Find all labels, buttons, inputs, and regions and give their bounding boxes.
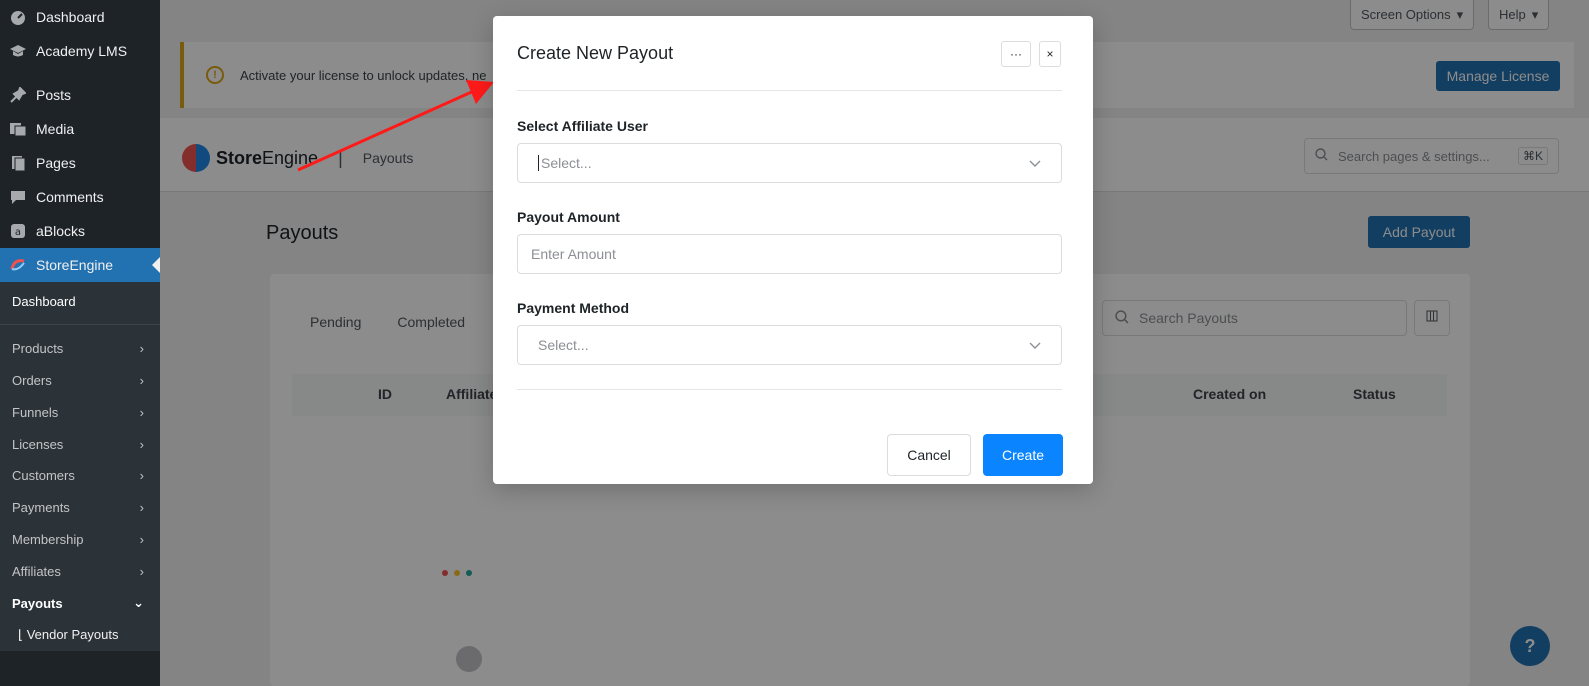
chevron-right-icon: › [139, 404, 144, 420]
modal-footer-divider [517, 389, 1062, 390]
payout-amount-input[interactable]: Enter Amount [517, 234, 1062, 274]
submenu-label: Affiliates [12, 563, 61, 579]
sidebar-item-label: Pages [36, 155, 76, 171]
sidebar-item-academy-lms[interactable]: Academy LMS [0, 34, 160, 68]
payout-amount-label: Payout Amount [517, 209, 620, 225]
submenu-label: Orders [12, 372, 52, 388]
modal-title: Create New Payout [517, 43, 674, 63]
text-cursor [538, 155, 539, 171]
payment-method-placeholder: Select... [538, 337, 589, 353]
submenu-funnels[interactable]: Funnels › [0, 396, 160, 428]
submenu-payouts[interactable]: Payouts ⌄ [0, 587, 160, 619]
submenu-label: ⌊ Vendor Payouts [18, 627, 118, 643]
submenu-licenses[interactable]: Licenses › [0, 428, 160, 460]
admin-sidebar: Dashboard Academy LMS Posts Media Pages … [0, 0, 160, 686]
affiliate-user-label: Select Affiliate User [517, 118, 648, 134]
sidebar-item-ablocks[interactable]: a aBlocks [0, 214, 160, 248]
more-icon: ··· [1010, 47, 1022, 61]
submenu-label: Funnels [12, 404, 59, 420]
sidebar-item-label: Comments [36, 189, 104, 205]
submenu-divider [0, 323, 160, 325]
sidebar-item-posts[interactable]: Posts [0, 78, 160, 112]
submenu-customers[interactable]: Customers › [0, 460, 160, 492]
chevron-right-icon: › [139, 436, 144, 452]
chevron-down-icon: ⌄ [133, 595, 144, 611]
close-icon: × [1046, 47, 1054, 61]
cancel-button[interactable]: Cancel [887, 434, 971, 476]
payment-method-select[interactable]: Select... [517, 325, 1062, 365]
submenu-label: Payouts [12, 595, 63, 611]
sidebar-item-dashboard[interactable]: Dashboard [0, 0, 160, 34]
create-button[interactable]: Create [983, 434, 1063, 476]
submenu-dashboard[interactable]: Dashboard [0, 286, 160, 318]
affiliate-user-select[interactable]: Select... [517, 143, 1062, 183]
chevron-down-icon [1029, 155, 1041, 171]
pages-icon [9, 154, 27, 172]
sidebar-item-label: Media [36, 121, 75, 137]
more-options-button[interactable]: ··· [1001, 41, 1031, 67]
graduation-cap-icon [9, 42, 27, 60]
sidebar-item-label: aBlocks [36, 223, 86, 239]
chevron-right-icon: › [139, 341, 144, 357]
create-payout-modal: Create New Payout ··· × Select Affiliate… [493, 16, 1093, 484]
submenu-payments[interactable]: Payments › [0, 492, 160, 524]
submenu-label: Customers [12, 468, 75, 484]
sidebar-item-label: Posts [36, 87, 72, 103]
branch-icon: ⌊ [18, 626, 27, 642]
payment-method-label: Payment Method [517, 300, 630, 316]
arrow-line [297, 88, 477, 172]
sidebar-item-media[interactable]: Media [0, 112, 160, 146]
submenu-label: Dashboard [12, 294, 76, 310]
submenu-label: Licenses [12, 436, 64, 452]
submenu-vendor-payouts[interactable]: ⌊ Vendor Payouts [0, 619, 160, 651]
storeengine-icon [9, 256, 27, 274]
sidebar-item-comments[interactable]: Comments [0, 180, 160, 214]
submenu-label-text: Vendor Payouts [26, 626, 119, 642]
chevron-right-icon: › [139, 372, 144, 388]
sidebar-item-label: Dashboard [36, 9, 105, 25]
submenu-label: Membership [12, 531, 84, 547]
dashboard-icon [9, 8, 27, 26]
svg-text:a: a [15, 227, 21, 238]
sidebar-item-pages[interactable]: Pages [0, 146, 160, 180]
storeengine-submenu: Dashboard Products › Orders › Funnels › Lic… [0, 282, 160, 651]
sidebar-item-label: Academy LMS [36, 43, 128, 59]
media-icon [9, 120, 27, 138]
close-button[interactable]: × [1039, 41, 1061, 67]
chevron-right-icon: › [139, 531, 144, 547]
affiliate-user-placeholder: Select... [541, 155, 592, 171]
payout-amount-placeholder: Enter Amount [531, 246, 616, 262]
modal-header-divider [517, 90, 1062, 91]
chevron-right-icon: › [139, 563, 144, 579]
sidebar-item-label: StoreEngine [36, 257, 114, 273]
submenu-membership[interactable]: Membership › [0, 524, 160, 556]
sidebar-item-storeengine[interactable]: StoreEngine [0, 248, 160, 282]
annotation-arrow [297, 80, 494, 172]
comment-icon [9, 188, 27, 206]
chevron-down-icon [1029, 337, 1041, 353]
submenu-products[interactable]: Products › [0, 333, 160, 365]
ablocks-icon: a [9, 222, 27, 240]
submenu-label: Products [12, 341, 64, 357]
chevron-right-icon: › [139, 500, 144, 516]
submenu-affiliates[interactable]: Affiliates › [0, 555, 160, 587]
chevron-right-icon: › [139, 468, 144, 484]
pin-icon [9, 86, 27, 104]
submenu-label: Payments [12, 500, 70, 516]
submenu-orders[interactable]: Orders › [0, 365, 160, 397]
